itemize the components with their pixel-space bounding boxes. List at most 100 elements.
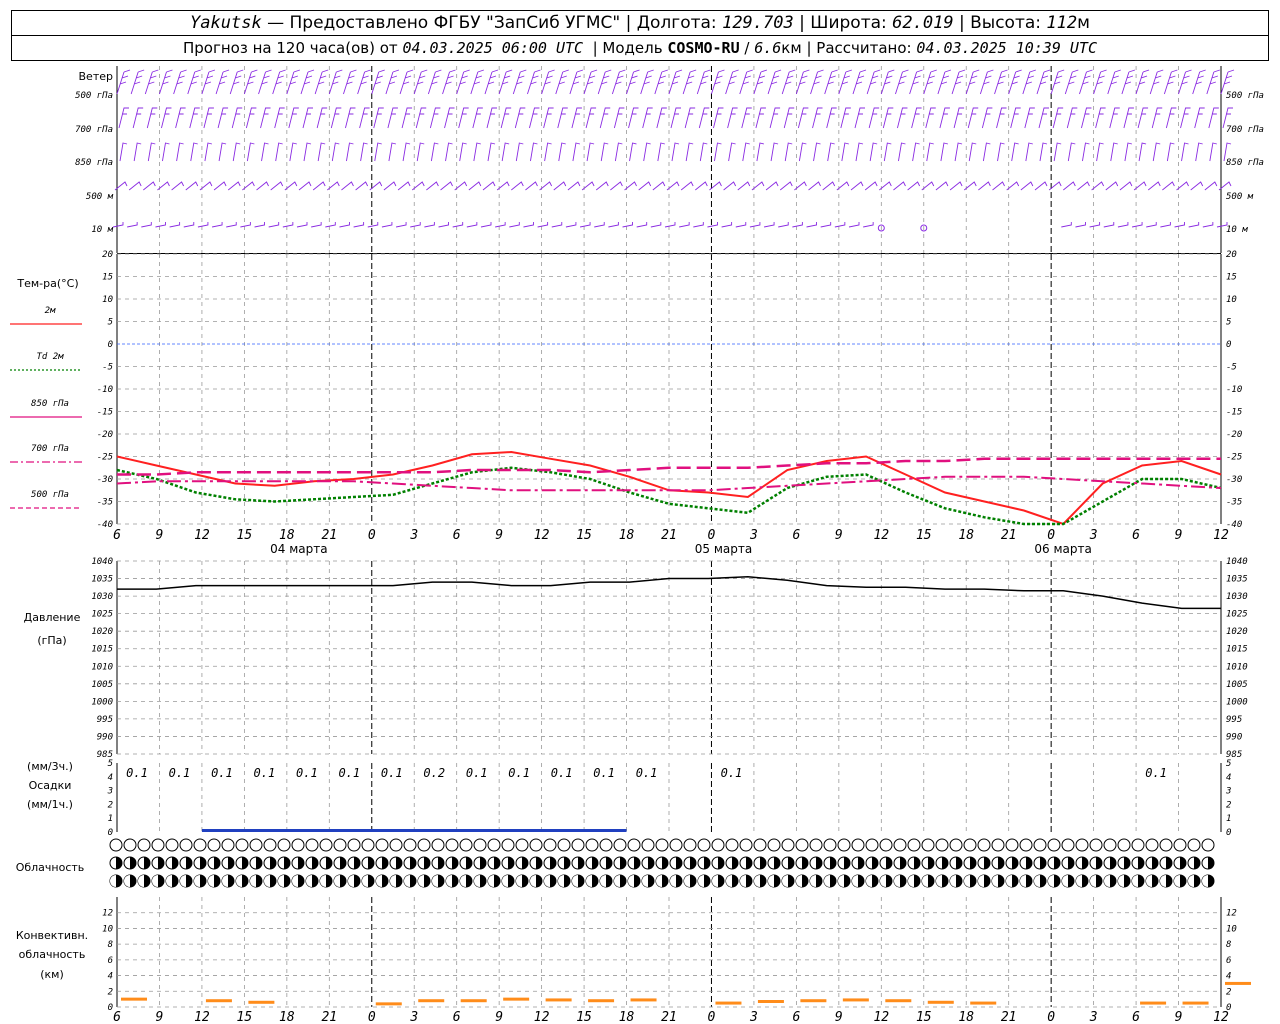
- cloud-mid-fill: [802, 857, 808, 869]
- wind-barb-700hpa: [514, 107, 526, 129]
- x-tick-label-bottom: 9: [495, 1010, 503, 1024]
- wind-barb-10m: [466, 222, 478, 228]
- wind-barb-500m: [595, 181, 609, 191]
- wind-barb-500hpa: [555, 69, 569, 95]
- wind-barb-10m: [537, 222, 549, 228]
- cloud-mid-fill: [886, 857, 892, 869]
- wind-barb-850hpa: [940, 142, 949, 162]
- x-tick-label-bottom: 18: [279, 1010, 295, 1024]
- cloud-mid-fill: [298, 857, 304, 869]
- x-tick-label: 15: [237, 528, 253, 543]
- x-tick-label-bottom: 12: [194, 1010, 210, 1024]
- temp-tick-left: 15: [102, 273, 113, 283]
- wind-barb-500hpa: [173, 69, 187, 95]
- wind-barb-500hpa: [159, 69, 173, 95]
- precip-tick-left: 1: [108, 814, 113, 824]
- x-tick-label-bottom: 9: [1175, 1010, 1183, 1024]
- precip-tick-left: 0: [108, 828, 113, 838]
- cloud-mid-fill: [718, 857, 724, 869]
- cloud-low-icon: [403, 838, 417, 852]
- wind-barb-700hpa: [387, 107, 398, 129]
- wind-barb-500hpa: [385, 69, 400, 95]
- wind-barb-500m: [652, 181, 666, 191]
- cloud-high-gap: [558, 875, 564, 887]
- temp-tick-left: -15: [97, 408, 113, 418]
- cloud-high-gap: [124, 875, 130, 887]
- x-tick-label-bottom: 12: [873, 1010, 889, 1024]
- cloud-mid-fill: [1152, 857, 1158, 869]
- cloud-low-icon: [613, 838, 627, 852]
- wind-barb-500hpa: [187, 69, 201, 95]
- wind-barb-850hpa: [798, 142, 807, 162]
- x-tick-label: 6: [1132, 528, 1140, 543]
- wind-barb-10m: [1146, 222, 1157, 228]
- wind-barb-700hpa: [458, 107, 469, 129]
- precip-unit1: (мм/1ч.): [27, 798, 73, 811]
- wind-barb-850hpa: [997, 142, 1005, 162]
- wind-barb-500m: [440, 181, 453, 191]
- cloud-mid-fill: [480, 857, 486, 869]
- cloud-high-gap: [222, 875, 228, 887]
- temp-tick-left: 10: [102, 295, 113, 305]
- wind-barb-850hpa: [954, 142, 963, 162]
- wind-barb-850hpa: [756, 142, 765, 162]
- date-label: 04 марта: [270, 542, 327, 556]
- wind-barb-700hpa: [684, 107, 696, 129]
- pressure-tick-right: 1020: [1226, 627, 1248, 637]
- cloud-mid-fill: [956, 857, 962, 869]
- cloud-low-icon: [669, 838, 683, 852]
- cloud-mid-fill: [620, 857, 626, 869]
- wind-barb-500m: [383, 181, 397, 191]
- wind-barb-700hpa: [911, 107, 922, 129]
- cloud-mid-fill: [788, 857, 794, 869]
- wind-barb-500hpa: [866, 69, 881, 95]
- precip-value-label: 0.1: [381, 766, 403, 780]
- cloud-low-icon: [361, 838, 375, 852]
- wind-barb-850hpa: [1209, 142, 1217, 162]
- cloud-low-icon: [1201, 838, 1215, 852]
- precip-value-label: 0.1: [126, 766, 148, 780]
- x-tick-label-bottom: 21: [661, 1010, 677, 1024]
- cloud-mid-fill: [648, 857, 654, 869]
- wind-barb-500hpa: [300, 69, 315, 95]
- wind-barb-700hpa: [429, 107, 441, 129]
- x-tick-label-bottom: 21: [321, 1010, 337, 1024]
- cloud-high-gap: [1174, 875, 1180, 887]
- conv-tick-right: 12: [1226, 909, 1237, 919]
- temp-tick-right: -10: [1226, 385, 1242, 395]
- wind-barb-500m: [680, 181, 694, 191]
- temp-tick-right: -25: [1226, 453, 1242, 463]
- wind-barb-850hpa: [657, 142, 665, 162]
- wind-barb-500m: [567, 181, 581, 191]
- pressure-tick-left: 1035: [91, 575, 113, 585]
- wind-barb-10m: [424, 222, 435, 228]
- x-tick-label-bottom: 15: [916, 1010, 932, 1024]
- cloud-high-gap: [992, 875, 998, 887]
- wind-barb-700hpa: [642, 107, 653, 129]
- wind-barb-850hpa: [1152, 142, 1161, 162]
- wind-barb-500hpa: [880, 69, 895, 95]
- wind-barb-850hpa: [459, 142, 467, 162]
- cloud-mid-fill: [130, 857, 136, 869]
- cloud-mid-fill: [816, 857, 822, 869]
- cloud-low-icon: [291, 838, 305, 852]
- wind-barb-700hpa: [656, 107, 667, 129]
- wind-barb-500m: [737, 181, 751, 191]
- cloud-high-gap: [586, 875, 592, 887]
- conv-cloud-bar: [460, 999, 487, 1003]
- cloud-mid-fill: [984, 857, 990, 869]
- wind-barb-850hpa: [1181, 142, 1189, 162]
- wind-barb-10m: [664, 222, 676, 228]
- cloud-low-icon: [235, 838, 249, 852]
- wind-barb-500m: [907, 181, 921, 191]
- wind-barb-700hpa: [897, 107, 908, 129]
- wind-barb-850hpa: [473, 142, 481, 162]
- wind-barb-500hpa: [371, 69, 385, 95]
- wind-barb-700hpa: [967, 107, 979, 129]
- wind-barb-700hpa: [1194, 107, 1205, 129]
- x-tick-label: 9: [495, 528, 503, 543]
- wind-barb-850hpa: [600, 142, 609, 162]
- cloud-mid-fill: [200, 857, 206, 869]
- cloud-low-icon: [1005, 838, 1019, 852]
- wind-barb-500hpa: [328, 69, 343, 95]
